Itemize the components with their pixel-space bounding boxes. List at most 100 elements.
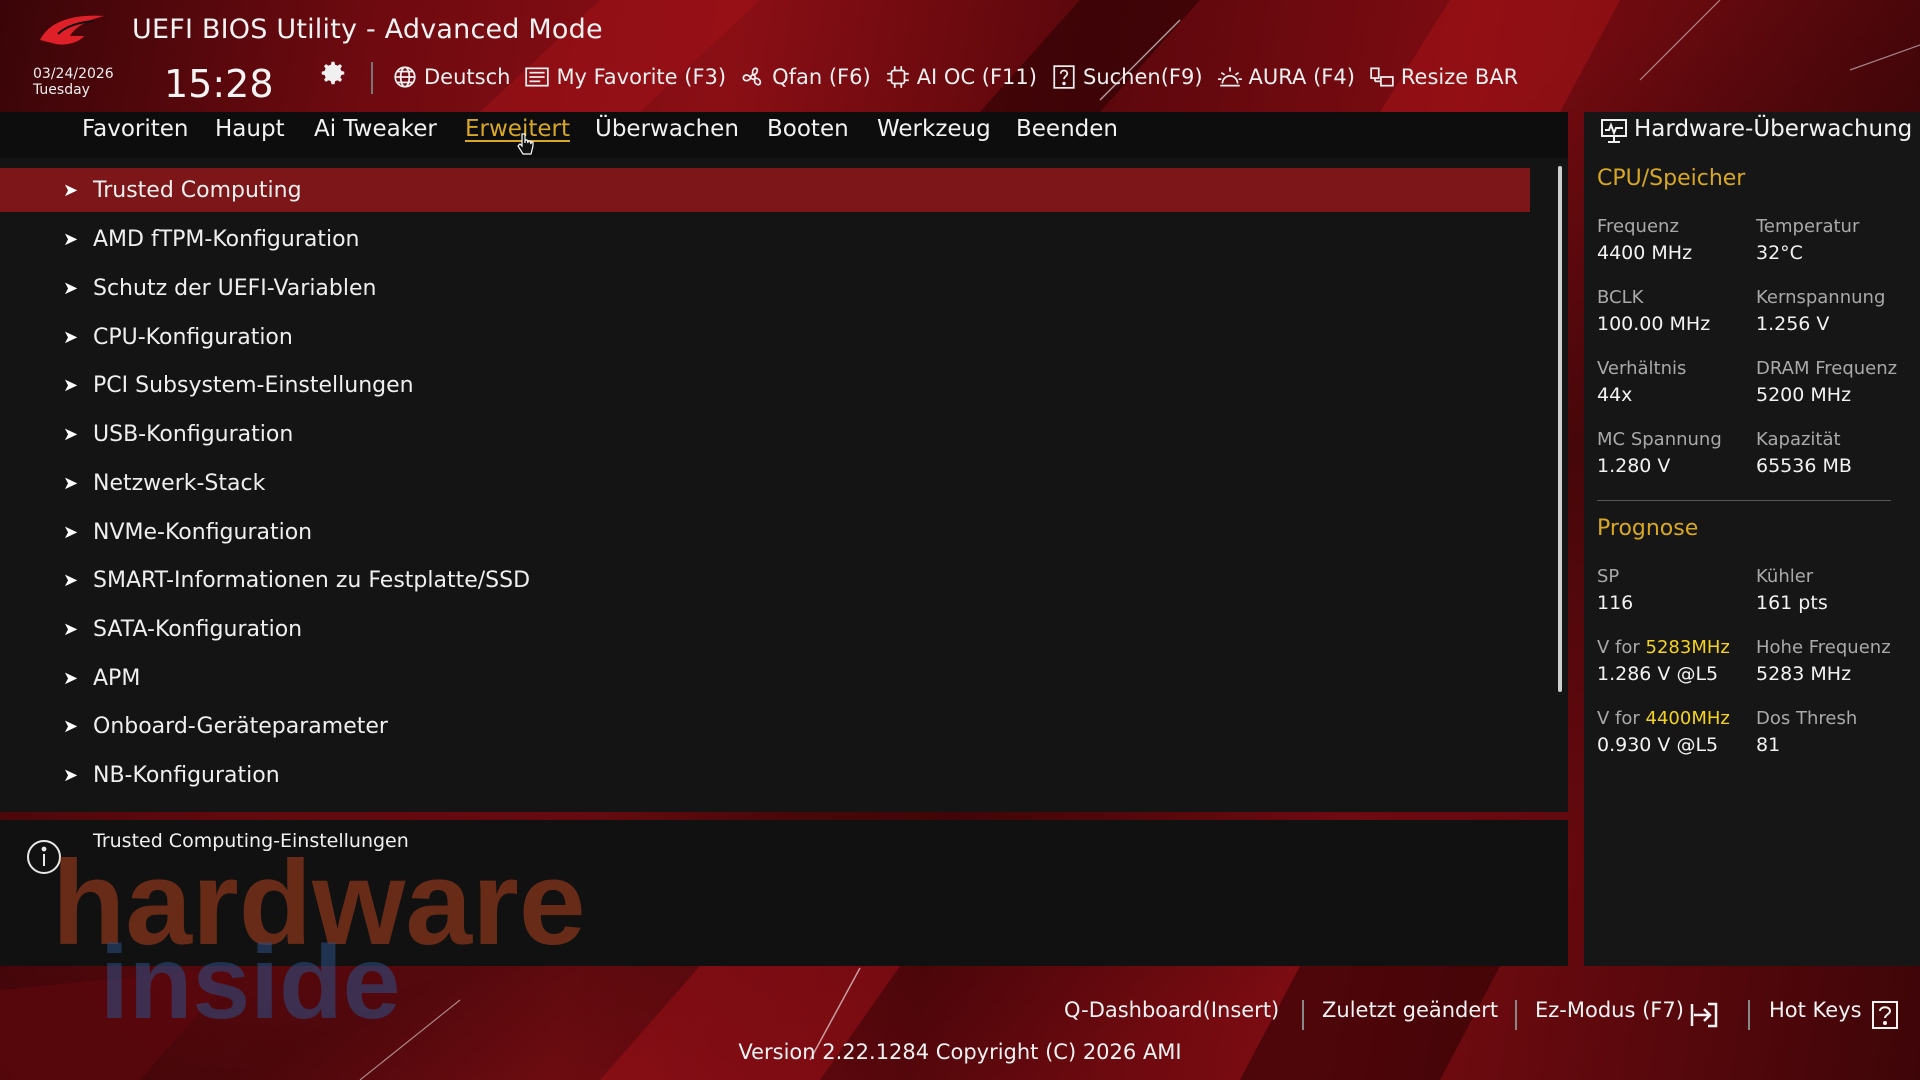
globe-icon — [394, 66, 416, 88]
bclk-label: BCLK — [1597, 287, 1644, 308]
menu-item-nb-config[interactable]: ➤ NB-Konfiguration — [0, 753, 1530, 797]
ratio-value: 44x — [1597, 384, 1633, 406]
monitor-icon — [1601, 119, 1627, 143]
menu-item-sata-config[interactable]: ➤ SATA-Konfiguration — [0, 607, 1530, 651]
dos-thresh-value: 81 — [1756, 734, 1781, 756]
app-title: UEFI BIOS Utility - Advanced Mode — [132, 14, 603, 45]
list-scrollbar[interactable] — [1558, 166, 1562, 692]
high-freq-value: 5283 MHz — [1756, 663, 1852, 685]
menu-item-usb-config[interactable]: ➤ USB-Konfiguration — [0, 412, 1530, 456]
menu-item-trusted-computing[interactable]: ➤ Trusted Computing — [0, 168, 1530, 212]
tab-haupt[interactable]: Haupt — [215, 116, 285, 142]
aura-label: AURA (F4) — [1248, 65, 1355, 89]
chevron-right-icon: ➤ — [63, 326, 79, 348]
core-voltage-label: Kernspannung — [1756, 287, 1886, 308]
menu-item-cpu-config[interactable]: ➤ CPU-Konfiguration — [0, 315, 1530, 359]
my-favorite-button[interactable]: My Favorite (F3) — [524, 64, 726, 90]
ai-chip-icon — [886, 66, 909, 88]
chevron-right-icon: ➤ — [63, 569, 79, 591]
resize-bar-label: Resize BAR — [1400, 65, 1519, 89]
favorite-list-icon — [525, 67, 550, 87]
cooler-label: Kühler — [1756, 566, 1814, 587]
chevron-right-icon: ➤ — [63, 472, 79, 494]
hot-keys-button[interactable]: Hot Keys — [1769, 998, 1862, 1022]
menu-item-label: SMART-Informationen zu Festplatte/SSD — [93, 567, 531, 593]
menu-item-label: USB-Konfiguration — [93, 421, 294, 447]
rog-logo-icon — [40, 15, 104, 45]
ai-oc-button[interactable]: AI OC (F11) — [885, 64, 1037, 90]
chevron-right-icon: ➤ — [63, 667, 79, 689]
header-divider — [371, 62, 373, 94]
help-text: Trusted Computing-Einstellungen — [93, 830, 409, 852]
date-text: 03/24/2026 — [33, 66, 114, 82]
language-button[interactable]: Deutsch — [392, 64, 510, 90]
gear-icon[interactable] — [318, 58, 348, 88]
tab-ai-tweaker[interactable]: Ai Tweaker — [314, 116, 437, 142]
tab-ueberwachen[interactable]: Überwachen — [595, 116, 739, 142]
menu-item-label: AMD fTPM-Konfiguration — [93, 226, 360, 252]
mouse-pointer-icon — [517, 133, 534, 155]
footer-divider — [1302, 1000, 1304, 1030]
menu-item-label: PCI Subsystem-Einstellungen — [93, 372, 414, 398]
prognose-section: Prognose — [1597, 516, 1699, 541]
menu-item-label: APM — [93, 665, 141, 691]
my-favorite-label: My Favorite (F3) — [556, 65, 727, 89]
tab-werkzeug[interactable]: Werkzeug — [877, 116, 991, 142]
menu-item-uefi-variables[interactable]: ➤ Schutz der UEFI-Variablen — [0, 266, 1530, 310]
menu-item-onboard-devices[interactable]: ➤ Onboard-Geräteparameter — [0, 704, 1530, 748]
search-button[interactable]: Suchen(F9) — [1051, 64, 1203, 90]
v-for-base-label: V for 4400MHz — [1597, 708, 1730, 729]
dos-thresh-label: Dos Thresh — [1756, 708, 1858, 729]
fan-icon — [742, 67, 762, 86]
aura-button[interactable]: AURA (F4) — [1217, 64, 1355, 90]
menu-item-label: Netzwerk-Stack — [93, 470, 266, 496]
resize-bar-button[interactable]: Resize BAR — [1369, 64, 1518, 90]
tab-booten[interactable]: Booten — [767, 116, 849, 142]
menu-item-amd-ftpm[interactable]: ➤ AMD fTPM-Konfiguration — [0, 217, 1530, 261]
capacity-label: Kapazität — [1756, 429, 1841, 450]
search-label: Suchen(F9) — [1082, 65, 1203, 89]
v-for-base-value: 0.930 V @L5 — [1597, 734, 1719, 756]
menu-item-pci-subsystem[interactable]: ➤ PCI Subsystem-Einstellungen — [0, 363, 1530, 407]
mc-voltage-value: 1.280 V — [1597, 455, 1671, 477]
language-label: Deutsch — [424, 65, 511, 89]
exit-arrow-icon — [1690, 1002, 1718, 1028]
settings-list: ➤ Trusted Computing ➤ AMD fTPM-Konfigurati… — [0, 158, 1568, 812]
clock-display[interactable]: 15:28 — [164, 62, 274, 106]
toolbar: Deutsch My Favorite (F3) Qfan (F6) AI OC… — [392, 60, 1532, 94]
chevron-right-icon: ➤ — [63, 423, 79, 445]
chevron-right-icon: ➤ — [63, 715, 79, 737]
tab-favoriten[interactable]: Favoriten — [82, 116, 189, 142]
menu-item-apm[interactable]: ➤ APM — [0, 656, 1530, 700]
last-modified-button[interactable]: Zuletzt geändert — [1322, 998, 1498, 1022]
high-freq-label: Hohe Frequenz — [1756, 637, 1891, 658]
chevron-right-icon: ➤ — [63, 764, 79, 786]
q-dashboard-button[interactable]: Q-Dashboard(Insert) — [1064, 998, 1279, 1022]
sp-label: SP — [1597, 566, 1620, 587]
menu-item-label: CPU-Konfiguration — [93, 324, 293, 350]
freq-label: Frequenz — [1597, 216, 1679, 237]
version-text: Version 2.22.1284 Copyright (C) 2026 AMI — [738, 1040, 1182, 1064]
qfan-button[interactable]: Qfan (F6) — [740, 64, 871, 90]
date-display[interactable]: 03/24/2026 Tuesday — [33, 66, 114, 98]
freq-value: 4400 MHz — [1597, 242, 1693, 264]
chevron-right-icon: ➤ — [63, 179, 79, 201]
dram-freq-value: 5200 MHz — [1756, 384, 1852, 406]
menu-item-label: NB-Konfiguration — [93, 762, 280, 788]
menu-item-network-stack[interactable]: ➤ Netzwerk-Stack — [0, 461, 1530, 505]
ez-mode-button[interactable]: Ez-Modus (F7) — [1535, 998, 1684, 1022]
v-for-high-label: V for 5283MHz — [1597, 637, 1730, 658]
menu-item-smart-info[interactable]: ➤ SMART-Informationen zu Festplatte/SSD — [0, 558, 1530, 602]
temp-value: 32°C — [1756, 242, 1803, 264]
temp-label: Temperatur — [1756, 216, 1860, 237]
menu-item-nvme-config[interactable]: ➤ NVMe-Konfiguration — [0, 510, 1530, 554]
footer-divider — [1515, 1000, 1517, 1030]
help-question-icon[interactable] — [1870, 1000, 1900, 1030]
cpu-memory-section: CPU/Speicher — [1597, 166, 1746, 191]
menu-item-label: Onboard-Geräteparameter — [93, 713, 388, 739]
cooler-value: 161 pts — [1756, 592, 1828, 614]
tab-beenden[interactable]: Beenden — [1016, 116, 1118, 142]
aura-light-icon — [1217, 67, 1242, 87]
menu-item-label: NVMe-Konfiguration — [93, 519, 313, 545]
sp-value: 116 — [1597, 592, 1634, 614]
